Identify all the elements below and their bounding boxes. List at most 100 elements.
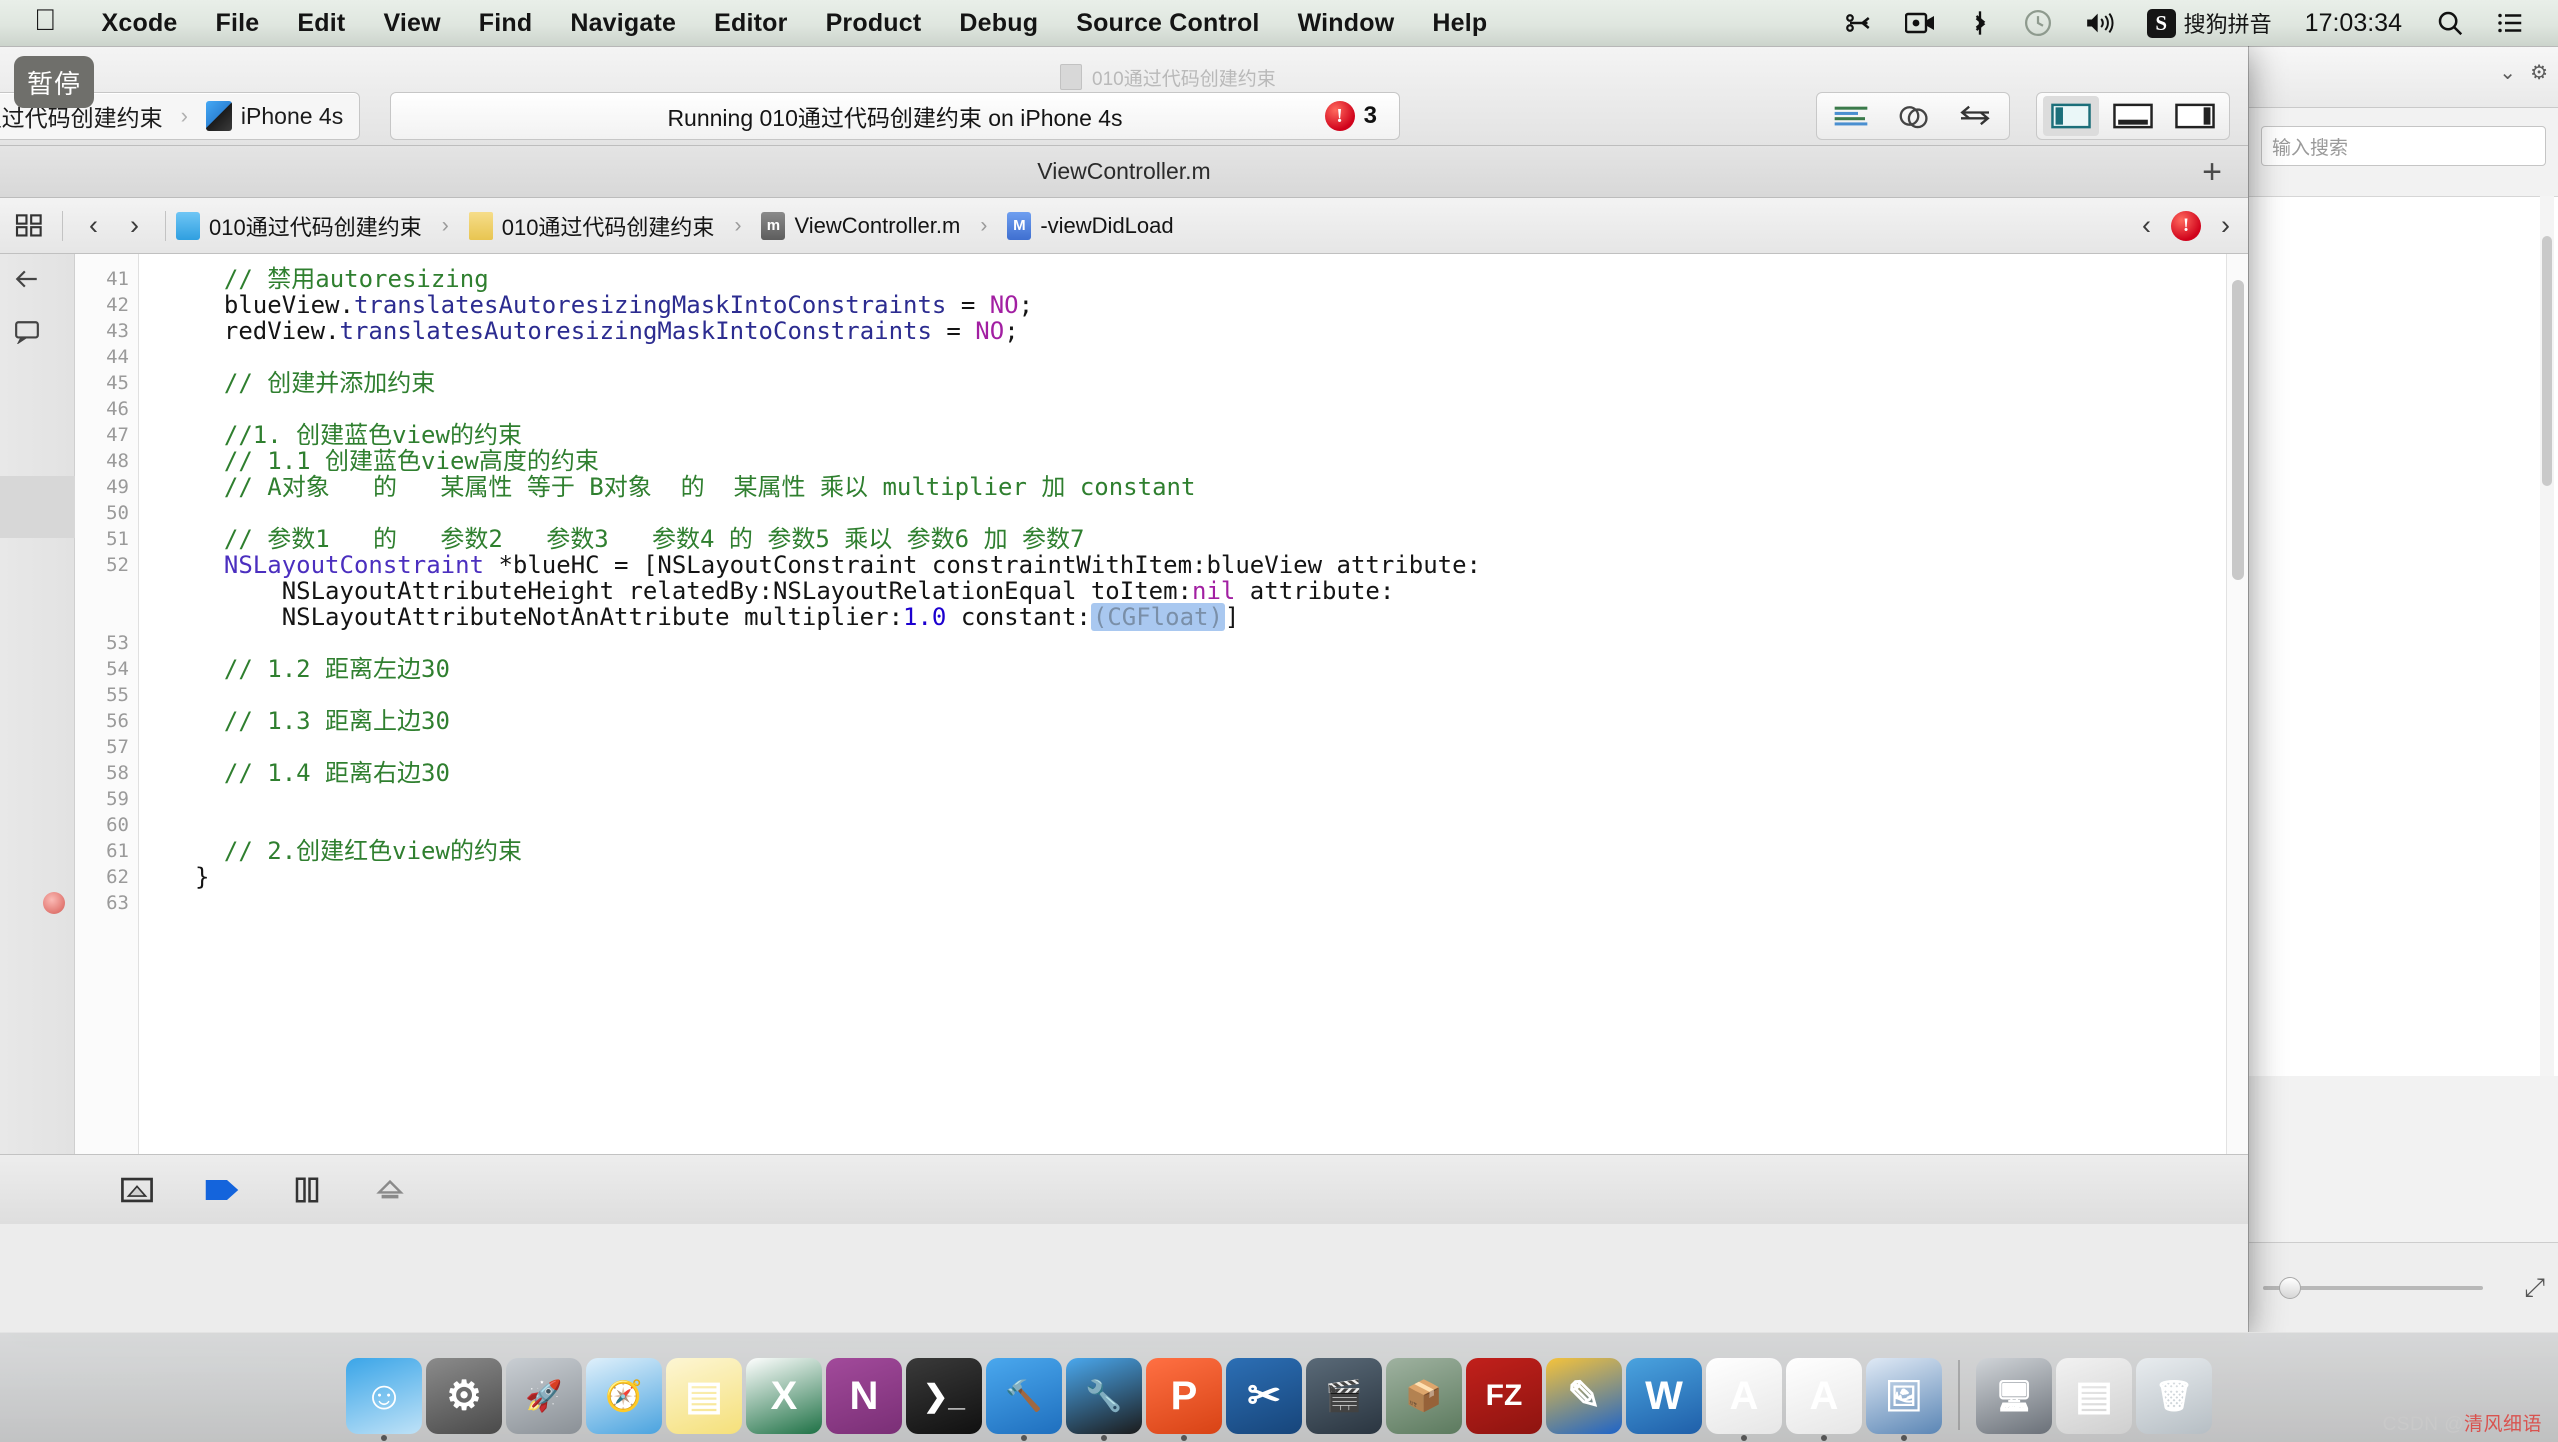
code-line[interactable]: // 1.4 距离右边30 <box>139 760 2248 786</box>
code-line[interactable] <box>139 890 2248 916</box>
issue-summary[interactable]: ! 3 <box>1324 101 1377 131</box>
dock-item-app-a1[interactable]: A <box>1706 1358 1782 1441</box>
code-line[interactable]: redView.translatesAutoresizingMaskIntoCo… <box>139 318 2248 344</box>
menu-item-help[interactable]: Help <box>1413 9 1506 38</box>
line-number[interactable]: 53 <box>75 630 138 656</box>
dock-item-powerpoint[interactable]: P <box>1146 1358 1222 1441</box>
dock-item-xcode-beta[interactable]: 🔧 <box>1066 1358 1142 1441</box>
dock-item-snipping[interactable]: ✂ <box>1226 1358 1302 1434</box>
line-number[interactable]: 51 <box>75 526 138 552</box>
menu-item-editor[interactable]: Editor <box>695 9 806 38</box>
related-files-icon[interactable] <box>8 206 52 246</box>
back-button[interactable]: ‹ <box>73 210 114 241</box>
background-window-scrollbar[interactable] <box>2540 196 2554 1076</box>
navigator-toggle-icon[interactable] <box>2043 96 2099 136</box>
dock-item-trash[interactable]: 🗑 <box>2136 1358 2212 1434</box>
input-method-indicator[interactable]: S 搜狗拼音 <box>2134 7 2285 39</box>
dock-item-app-a2[interactable]: A <box>1786 1358 1862 1441</box>
menu-item-navigate[interactable]: Navigate <box>551 9 695 38</box>
code-line[interactable]: NSLayoutConstraint *blueHC = [NSLayoutCo… <box>139 552 2248 578</box>
code-line[interactable] <box>139 734 2248 760</box>
dock-item-sketch-draw[interactable]: ✎ <box>1546 1358 1622 1434</box>
background-window[interactable]: ⌄ ⚙ 输入搜索 ⤢ <box>2248 46 2558 1332</box>
pause-icon[interactable] <box>290 1175 324 1205</box>
line-number[interactable]: 52 <box>75 552 138 578</box>
code-content[interactable]: // 禁用autoresizing blueView.translatesAut… <box>139 254 2248 1154</box>
menu-item-product[interactable]: Product <box>807 9 941 38</box>
line-number[interactable]: 59 <box>75 786 138 812</box>
scrollbar-thumb[interactable] <box>2542 236 2552 486</box>
scrollbar-thumb[interactable] <box>2232 280 2244 580</box>
line-number[interactable]: 61 <box>75 838 138 864</box>
background-window-controls[interactable]: ⌄ ⚙ <box>2499 60 2548 85</box>
code-line[interactable]: //1. 创建蓝色view的约束 <box>139 422 2248 448</box>
dock-item-excel[interactable]: X <box>746 1358 822 1434</box>
dock-item-xcode[interactable]: 🔨 <box>986 1358 1062 1441</box>
add-tab-button[interactable]: + <box>2202 155 2222 189</box>
utilities-toggle-icon[interactable] <box>2167 96 2223 136</box>
menu-item-window[interactable]: Window <box>1279 9 1414 38</box>
code-line[interactable] <box>139 500 2248 526</box>
menu-item-find[interactable]: Find <box>460 9 552 38</box>
line-number-continuation[interactable] <box>75 578 138 604</box>
scissors-icon[interactable] <box>1832 8 1888 38</box>
line-number[interactable]: 56 <box>75 708 138 734</box>
search-icon[interactable] <box>2422 8 2478 38</box>
menu-item-debug[interactable]: Debug <box>940 9 1057 38</box>
code-line[interactable]: NSLayoutAttributeNotAnAttribute multipli… <box>139 603 2248 631</box>
code-line[interactable]: // 1.2 距离左边30 <box>139 656 2248 682</box>
volume-icon[interactable] <box>2070 9 2130 37</box>
code-line[interactable]: // 创建并添加约束 <box>139 370 2248 396</box>
breadcrumb-item-folder[interactable]: 010通过代码创建约束 <box>502 210 715 242</box>
breadcrumb-item-project[interactable]: 010通过代码创建约束 <box>209 210 422 242</box>
line-number[interactable]: 44 <box>75 344 138 370</box>
next-issue-button[interactable]: › <box>2217 210 2234 241</box>
version-editor-icon[interactable] <box>1947 96 2003 136</box>
chevron-down-icon[interactable]: ⌄ <box>2499 60 2516 85</box>
dock-item-preview[interactable]: 🖼 <box>1866 1358 1942 1441</box>
code-line[interactable]: blueView.translatesAutoresizingMaskIntoC… <box>139 292 2248 318</box>
line-number[interactable]: 49 <box>75 474 138 500</box>
breakpoint-marker[interactable] <box>39 890 69 916</box>
menu-item-view[interactable]: View <box>364 9 459 38</box>
line-number[interactable]: 47 <box>75 422 138 448</box>
debug-area-toggle-icon[interactable] <box>2105 96 2161 136</box>
menu-item-source-control[interactable]: Source Control <box>1057 9 1278 38</box>
code-line[interactable] <box>139 630 2248 656</box>
line-number[interactable]: 43 <box>75 318 138 344</box>
code-placeholder-token[interactable]: (CGFloat) <box>1090 603 1225 631</box>
navigator-collapse-icon[interactable] <box>14 268 40 296</box>
notification-center-icon[interactable] <box>2482 8 2538 38</box>
line-number[interactable]: 48 <box>75 448 138 474</box>
search-input[interactable]: 输入搜索 <box>2261 126 2546 166</box>
code-line[interactable] <box>139 396 2248 422</box>
zoom-slider[interactable] <box>2263 1276 2483 1299</box>
scheme-device[interactable]: iPhone 4s <box>190 93 359 139</box>
dock-item-remote-desktop[interactable]: 🖥 <box>1976 1358 2052 1434</box>
code-line[interactable]: // 参数1 的 参数2 参数3 参数4 的 参数5 乘以 参数6 加 参数7 <box>139 526 2248 552</box>
code-line[interactable]: } <box>139 864 2248 890</box>
editor-vertical-scrollbar[interactable] <box>2226 254 2248 1154</box>
dock-item-downloads-stack[interactable]: ▤ <box>2056 1358 2132 1434</box>
show-debug-area-icon[interactable] <box>120 1175 154 1205</box>
dock-item-stickies[interactable]: ▤ <box>666 1358 742 1434</box>
line-number[interactable]: 57 <box>75 734 138 760</box>
line-number[interactable]: 54 <box>75 656 138 682</box>
menu-item-xcode[interactable]: Xcode <box>83 9 197 38</box>
code-line[interactable]: // 1.1 创建蓝色view高度的约束 <box>139 448 2248 474</box>
line-number[interactable]: 62 <box>43 864 138 914</box>
issue-badge-icon[interactable]: ! <box>2171 210 2201 241</box>
breadcrumb-item-method[interactable]: -viewDidLoad <box>1040 213 1173 239</box>
dock-item-archive-utility[interactable]: 📦 <box>1386 1358 1462 1434</box>
line-number[interactable]: 58 <box>75 760 138 786</box>
dock-item-onenote[interactable]: N <box>826 1358 902 1434</box>
line-number[interactable]: 46 <box>75 396 138 422</box>
menu-item-edit[interactable]: Edit <box>278 9 364 38</box>
dock-item-launchpad[interactable]: 🚀 <box>506 1358 582 1434</box>
code-line[interactable]: // 禁用autoresizing <box>139 266 2248 292</box>
line-number-continuation[interactable] <box>75 604 138 630</box>
dock-item-safari[interactable]: 🧭 <box>586 1358 662 1434</box>
line-number[interactable]: 55 <box>75 682 138 708</box>
continue-icon[interactable] <box>202 1175 242 1205</box>
code-line[interactable]: // 2.创建红色view的约束 <box>139 838 2248 864</box>
